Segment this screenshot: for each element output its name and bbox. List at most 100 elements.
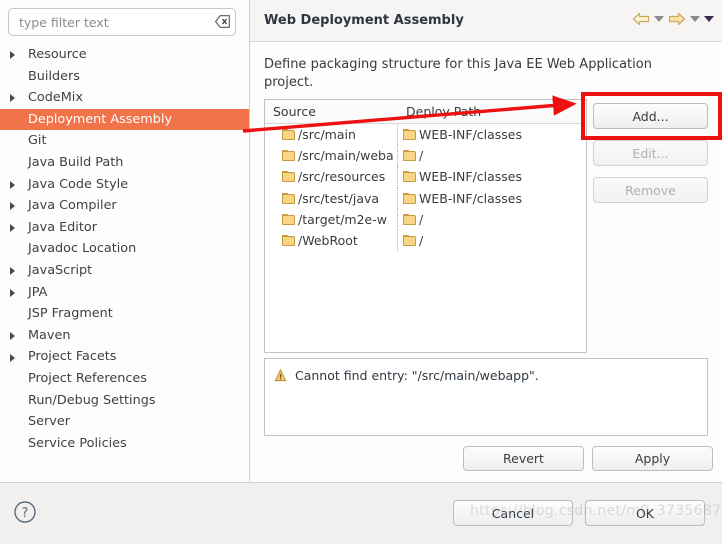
folder-icon — [403, 213, 416, 225]
page-title: Web Deployment Assembly — [264, 13, 464, 28]
folder-icon — [282, 150, 295, 162]
apply-button[interactable]: Apply — [592, 446, 713, 471]
filter-field-wrapper — [8, 8, 236, 36]
cell-deploy-path-text: / — [419, 211, 424, 227]
folder-icon — [282, 171, 295, 183]
sidebar-item-builders[interactable]: Builders — [0, 66, 249, 88]
sidebar-item-java-build-path[interactable]: Java Build Path — [0, 152, 249, 174]
cell-source: /src/resources — [265, 166, 398, 188]
expand-triangle-icon[interactable] — [10, 51, 15, 60]
ok-button[interactable]: OK — [585, 500, 705, 526]
sidebar-item-label: Deployment Assembly — [28, 111, 173, 127]
sidebar-item-jsp-fragment[interactable]: JSP Fragment — [0, 303, 249, 325]
expand-triangle-icon[interactable] — [10, 202, 15, 211]
table-row[interactable]: /src/main/weba / — [265, 145, 586, 167]
sidebar-item-codemix[interactable]: CodeMix — [0, 87, 249, 109]
cell-deploy-path-text: WEB-INF/classes — [419, 169, 523, 185]
cell-deploy-path: WEB-INF/classes — [398, 166, 586, 187]
sidebar-item-label: Git — [28, 133, 47, 149]
expand-triangle-icon[interactable] — [10, 267, 15, 276]
sidebar-item-label: Project References — [28, 370, 147, 386]
edit-button[interactable]: Edit... — [593, 140, 708, 166]
folder-icon — [403, 192, 416, 204]
pane-header: Web Deployment Assembly — [250, 0, 722, 42]
sidebar-item-label: Java Code Style — [28, 176, 129, 192]
sidebar-item-resource[interactable]: Resource — [0, 44, 249, 66]
status-panel: Cannot find entry: "/src/main/webapp". — [264, 358, 708, 436]
sidebar-item-java-compiler[interactable]: Java Compiler — [0, 195, 249, 217]
forward-history-chevron-down-icon[interactable] — [690, 16, 700, 22]
pane-description: Define packaging structure for this Java… — [264, 57, 652, 90]
sidebar-item-jpa[interactable]: JPA — [0, 282, 249, 304]
cell-source-text: /WebRoot — [298, 233, 358, 249]
expand-triangle-icon[interactable] — [10, 223, 15, 232]
sidebar-item-run-debug-settings[interactable]: Run/Debug Settings — [0, 390, 249, 412]
table-row[interactable]: /src/resources WEB-INF/classes — [265, 166, 586, 188]
table-row[interactable]: /src/test/java WEB-INF/classes — [265, 187, 586, 209]
sidebar-item-java-code-style[interactable]: Java Code Style — [0, 174, 249, 196]
help-icon[interactable]: ? — [13, 500, 37, 524]
sidebar-item-label: JSP Fragment — [28, 306, 113, 322]
sidebar-item-deployment-assembly[interactable]: Deployment Assembly — [0, 108, 249, 131]
sidebar-item-service-policies[interactable]: Service Policies — [0, 433, 249, 455]
sidebar-item-project-references[interactable]: Project References — [0, 368, 249, 390]
folder-icon — [403, 171, 416, 183]
sidebar-item-javascript[interactable]: JavaScript — [0, 260, 249, 282]
table-row[interactable]: /WebRoot / — [265, 229, 586, 252]
sidebar-item-label: Javadoc Location — [28, 241, 137, 257]
filter-input[interactable] — [8, 8, 236, 36]
folder-icon — [282, 213, 295, 225]
sidebar-item-maven[interactable]: Maven — [0, 325, 249, 347]
clear-icon[interactable] — [214, 15, 230, 28]
cell-source-text: /target/m2e-w — [298, 211, 387, 227]
sidebar-item-label: Maven — [28, 327, 71, 343]
forward-arrow-icon[interactable] — [668, 12, 686, 26]
assembly-table[interactable]: Source Deploy Path /src/main WEB-INF/clas… — [264, 99, 587, 353]
expand-triangle-icon[interactable] — [10, 331, 15, 340]
view-menu-chevron-down-icon[interactable] — [704, 16, 714, 22]
cell-source: /src/main/weba — [265, 145, 398, 167]
expand-triangle-icon[interactable] — [10, 288, 15, 297]
settings-detail-pane: Web Deployment Assembly Define packaging… — [250, 0, 722, 482]
cell-deploy-path: WEB-INF/classes — [398, 124, 586, 145]
folder-icon — [403, 150, 416, 162]
sidebar-item-label: Builders — [28, 68, 80, 84]
revert-button[interactable]: Revert — [463, 446, 584, 471]
svg-text:?: ? — [22, 506, 29, 521]
expand-triangle-icon[interactable] — [10, 94, 15, 103]
sidebar-item-label: Resource — [28, 47, 87, 62]
add-button[interactable]: Add... — [593, 103, 708, 129]
sidebar-item-label: JPA — [28, 284, 48, 300]
folder-icon — [282, 192, 295, 204]
back-history-chevron-down-icon[interactable] — [654, 16, 664, 22]
sidebar-item-label: Java Compiler — [28, 198, 117, 214]
settings-tree[interactable]: Resource Builders CodeMix Deployment Assemb… — [0, 44, 249, 482]
cell-deploy-path: / — [398, 209, 586, 230]
table-row[interactable]: /src/main WEB-INF/classes — [265, 124, 586, 146]
cell-deploy-path: / — [398, 230, 586, 251]
cell-source: /src/main — [265, 124, 398, 146]
cancel-button[interactable]: Cancel — [453, 500, 573, 526]
cell-source-text: /src/resources — [298, 169, 386, 185]
column-header-deploy-path[interactable]: Deploy Path — [398, 100, 586, 123]
sidebar-item-label: CodeMix — [28, 90, 83, 106]
folder-icon — [282, 129, 295, 141]
expand-triangle-icon[interactable] — [10, 353, 15, 362]
folder-icon — [282, 235, 295, 247]
sidebar-item-git[interactable]: Git — [0, 130, 249, 152]
sidebar-item-server[interactable]: Server — [0, 411, 249, 433]
sidebar-item-label: Service Policies — [28, 435, 127, 451]
sidebar-item-label: Project Facets — [28, 349, 117, 365]
table-row[interactable]: /target/m2e-w / — [265, 208, 586, 230]
sidebar-item-java-editor[interactable]: Java Editor — [0, 217, 249, 239]
sidebar-item-project-facets[interactable]: Project Facets — [0, 346, 249, 368]
column-header-source[interactable]: Source — [265, 100, 398, 123]
table-body: /src/main WEB-INF/classes/src/main/weba / /… — [265, 124, 586, 252]
pane-navigation — [632, 12, 714, 26]
expand-triangle-icon[interactable] — [10, 180, 15, 189]
dialog-body: Resource Builders CodeMix Deployment Assemb… — [0, 0, 722, 482]
sidebar-item-javadoc-location[interactable]: Javadoc Location — [0, 238, 249, 260]
back-arrow-icon[interactable] — [632, 12, 650, 26]
remove-button[interactable]: Remove — [593, 177, 708, 203]
cell-source: /target/m2e-w — [265, 208, 398, 230]
